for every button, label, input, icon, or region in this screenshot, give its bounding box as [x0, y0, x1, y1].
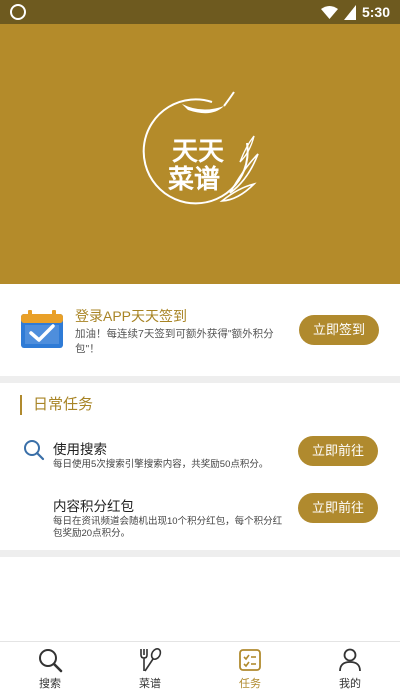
calendar-check-icon	[21, 310, 63, 348]
fork-spoon-icon	[140, 648, 162, 672]
search-icon	[39, 649, 63, 673]
task-list-icon	[239, 649, 261, 671]
nav-label: 搜索	[39, 678, 61, 690]
person-icon	[339, 648, 361, 672]
banner: 天天 菜谱	[0, 24, 400, 284]
status-bar: 5:30	[0, 0, 400, 24]
go-search-button[interactable]: 立即前往	[298, 436, 378, 466]
status-time: 5:30	[361, 4, 390, 20]
status-right: 5:30	[320, 0, 390, 24]
search-icon	[24, 440, 45, 461]
task-item-red-packet: 内容积分红包 每日在资讯频道会随机出现10个积分红包，每个积分红包奖励20点积分…	[0, 488, 400, 548]
task-description: 每日在资讯频道会随机出现10个积分红包，每个积分红包奖励20点积分。	[53, 516, 283, 539]
task-item-search: 使用搜索 每日使用5次搜索引擎搜索内容，共奖励50点积分。 立即前往	[0, 430, 400, 482]
nav-label: 任务	[239, 678, 261, 690]
signin-card: 登录APP天天签到 加油！每连续7天签到可额外获得"额外积分包"！ 立即签到	[0, 284, 400, 376]
task-page: 5:30 天天 菜谱 登录APP天天签到 加油！每连续7天签到可额外获得"额外积…	[0, 0, 400, 690]
nav-item-tasks[interactable]: 任务	[200, 642, 300, 690]
task-title: 内容积分红包	[53, 499, 134, 514]
daily-tasks-heading: 日常任务	[20, 395, 93, 415]
signin-title: 登录APP天天签到	[75, 308, 188, 324]
logo-text-bottom: 菜谱	[167, 164, 220, 195]
section-divider	[0, 550, 400, 557]
app-logo: 天天 菜谱	[142, 91, 259, 205]
nav-item-mine[interactable]: 我的	[300, 642, 400, 690]
nav-label: 我的	[339, 678, 361, 690]
task-title: 使用搜索	[53, 442, 107, 457]
battery-icon	[343, 4, 356, 20]
signin-description: 加油！每连续7天签到可额外获得"额外积分包"！	[75, 328, 274, 355]
go-red-packet-button[interactable]: 立即前往	[298, 493, 378, 523]
signin-button[interactable]: 立即签到	[299, 315, 379, 345]
nav-item-recipes[interactable]: 菜谱	[100, 642, 200, 690]
nav-label: 菜谱	[139, 678, 161, 690]
bottom-nav: 搜索 菜谱 任务 我的	[0, 641, 400, 690]
task-description: 每日使用5次搜索引擎搜索内容，共奖励50点积分。	[53, 459, 269, 470]
nav-item-search[interactable]: 搜索	[0, 642, 100, 690]
ring-icon	[10, 4, 26, 20]
wifi-icon	[320, 5, 338, 19]
section-divider	[0, 376, 400, 383]
logo-text-top: 天天	[172, 137, 224, 167]
